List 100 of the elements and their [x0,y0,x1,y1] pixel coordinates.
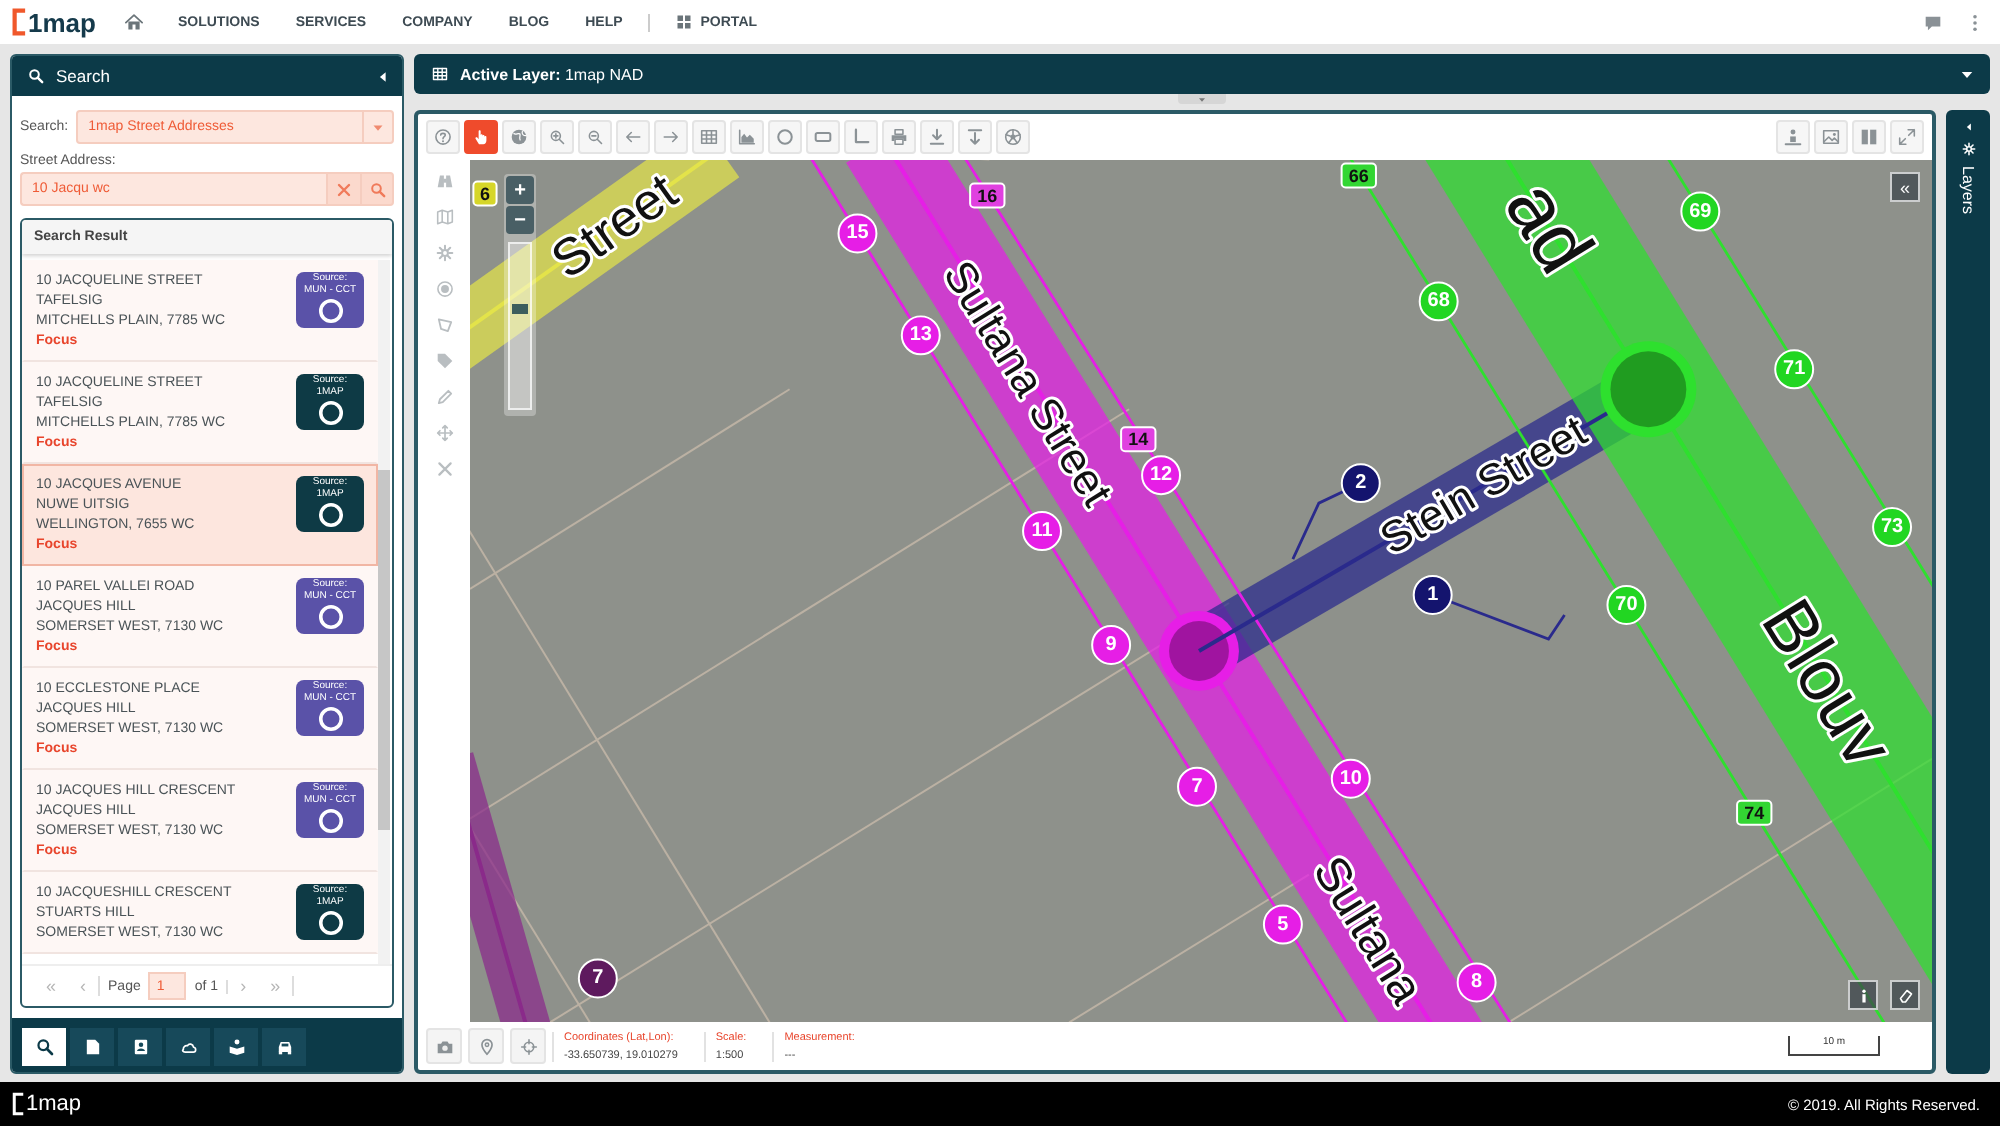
street-label: ad [1487,166,1610,289]
zoom-in-icon [548,128,566,146]
status-button[interactable] [426,1028,462,1064]
rectangle-icon [814,128,832,146]
ring-icon [317,502,343,528]
ring-icon [317,400,343,426]
search-icon [35,1038,53,1056]
eraser-icon [1897,987,1913,1003]
collapse-button[interactable]: « [1890,172,1920,202]
clear-button[interactable] [326,172,360,206]
hand-icon [472,128,490,146]
crosshair-icon [519,1037,537,1055]
target-icon[interactable] [435,280,453,298]
download-icon [928,128,946,146]
person-icon [1784,128,1802,146]
map-marker[interactable]: 8 [1456,962,1497,1003]
map-marker[interactable]: 15 [837,213,878,254]
caret-down-icon [372,121,384,133]
document-icon [83,1038,101,1056]
search-icon [369,181,385,197]
panel-tab[interactable] [22,1028,66,1066]
gear-icon [1961,142,1975,156]
download-icon [966,128,984,146]
home-icon[interactable] [123,12,144,32]
map-label-tag[interactable]: 74 [1736,799,1773,826]
tag-icon[interactable] [435,352,453,370]
panel-tab[interactable] [118,1028,162,1066]
contact-card-icon [131,1038,149,1056]
pin-icon [477,1037,495,1055]
layers-label[interactable]: Layers [1959,166,1977,215]
ring-icon [317,604,343,630]
binoculars-icon[interactable] [435,172,453,190]
status-button[interactable] [468,1028,504,1064]
angle-icon [852,128,870,146]
panel-tab[interactable] [214,1028,258,1066]
map-label-tag[interactable]: 16 [969,182,1006,209]
map-icon[interactable] [435,208,453,226]
chat-icon[interactable] [1924,13,1942,31]
map-marker[interactable]: 9 [1091,624,1132,665]
search-button[interactable] [360,172,394,206]
panel-tab[interactable] [70,1028,114,1066]
logo-bracket-icon [12,8,26,36]
map-label-tag[interactable]: 6 [472,180,498,207]
map-marker[interactable]: 10 [1330,758,1371,799]
collapse-handle[interactable] [1178,94,1226,104]
map-marker[interactable]: 13 [900,315,941,356]
map-marker[interactable]: 11 [1022,511,1062,552]
map-tool-button[interactable] [1848,980,1878,1010]
camera-icon [435,1037,453,1055]
map-marker[interactable]: 7 [1177,766,1217,807]
status-button[interactable] [510,1028,546,1064]
tool-button[interactable] [464,120,498,154]
ring-icon [317,298,343,324]
map-label-tag[interactable]: 14 [1120,426,1157,453]
move-icon[interactable] [435,424,453,442]
map-marker[interactable]: 12 [1141,455,1182,496]
zoom-slider[interactable] [508,242,532,410]
map-marker[interactable]: 1 [1412,575,1453,615]
help-icon [434,128,452,146]
map-marker[interactable]: 5 [1262,904,1303,945]
close-icon [336,181,352,197]
map-tool-button[interactable] [1890,980,1920,1010]
map-marker[interactable]: 7 [577,958,618,999]
close-icon[interactable] [435,460,453,478]
soccer-ball-icon [1004,128,1022,146]
ring-icon [317,706,343,732]
zoom-slider-thumb[interactable] [512,303,528,314]
map-label-tag[interactable]: 66 [1340,162,1377,189]
panel-tab[interactable] [166,1028,210,1066]
printer-icon [890,128,908,146]
scrollbar-track[interactable] [378,260,390,964]
circle-icon [776,128,794,146]
active-layer-title: Active Layer: 1map NAD [460,65,644,83]
cloud-icon [179,1038,197,1056]
collapse-caret-icon[interactable] [376,69,390,83]
columns-icon [1860,128,1878,146]
logo-text[interactable]: 1map [28,7,96,37]
table-icon [432,66,448,82]
zoom-out-button[interactable]: − [506,206,534,234]
polygon-icon[interactable] [435,316,453,334]
caret-left-icon[interactable] [1963,122,1973,132]
zoom-in-button[interactable]: + [506,176,534,204]
gear-icon[interactable] [435,244,453,262]
area-chart-icon [738,128,756,146]
logo-bracket-icon [12,1092,24,1116]
layers-panel[interactable]: Layers [1946,110,1990,1074]
arrow-right-icon [662,128,680,146]
search-icon [28,68,44,84]
ring-icon [317,910,343,936]
pencil-icon[interactable] [435,388,453,406]
footer-logo-text: 1map [26,1092,82,1116]
panel-tab[interactable] [262,1028,306,1066]
junction-circle [1159,610,1239,691]
table-icon [700,128,718,146]
caret-down-icon[interactable] [1960,67,1974,81]
ring-icon [317,808,343,834]
globe-icon [510,128,528,146]
scrollbar-thumb[interactable] [378,470,390,830]
map-marker[interactable]: 2 [1340,463,1381,504]
car-icon [275,1038,293,1056]
